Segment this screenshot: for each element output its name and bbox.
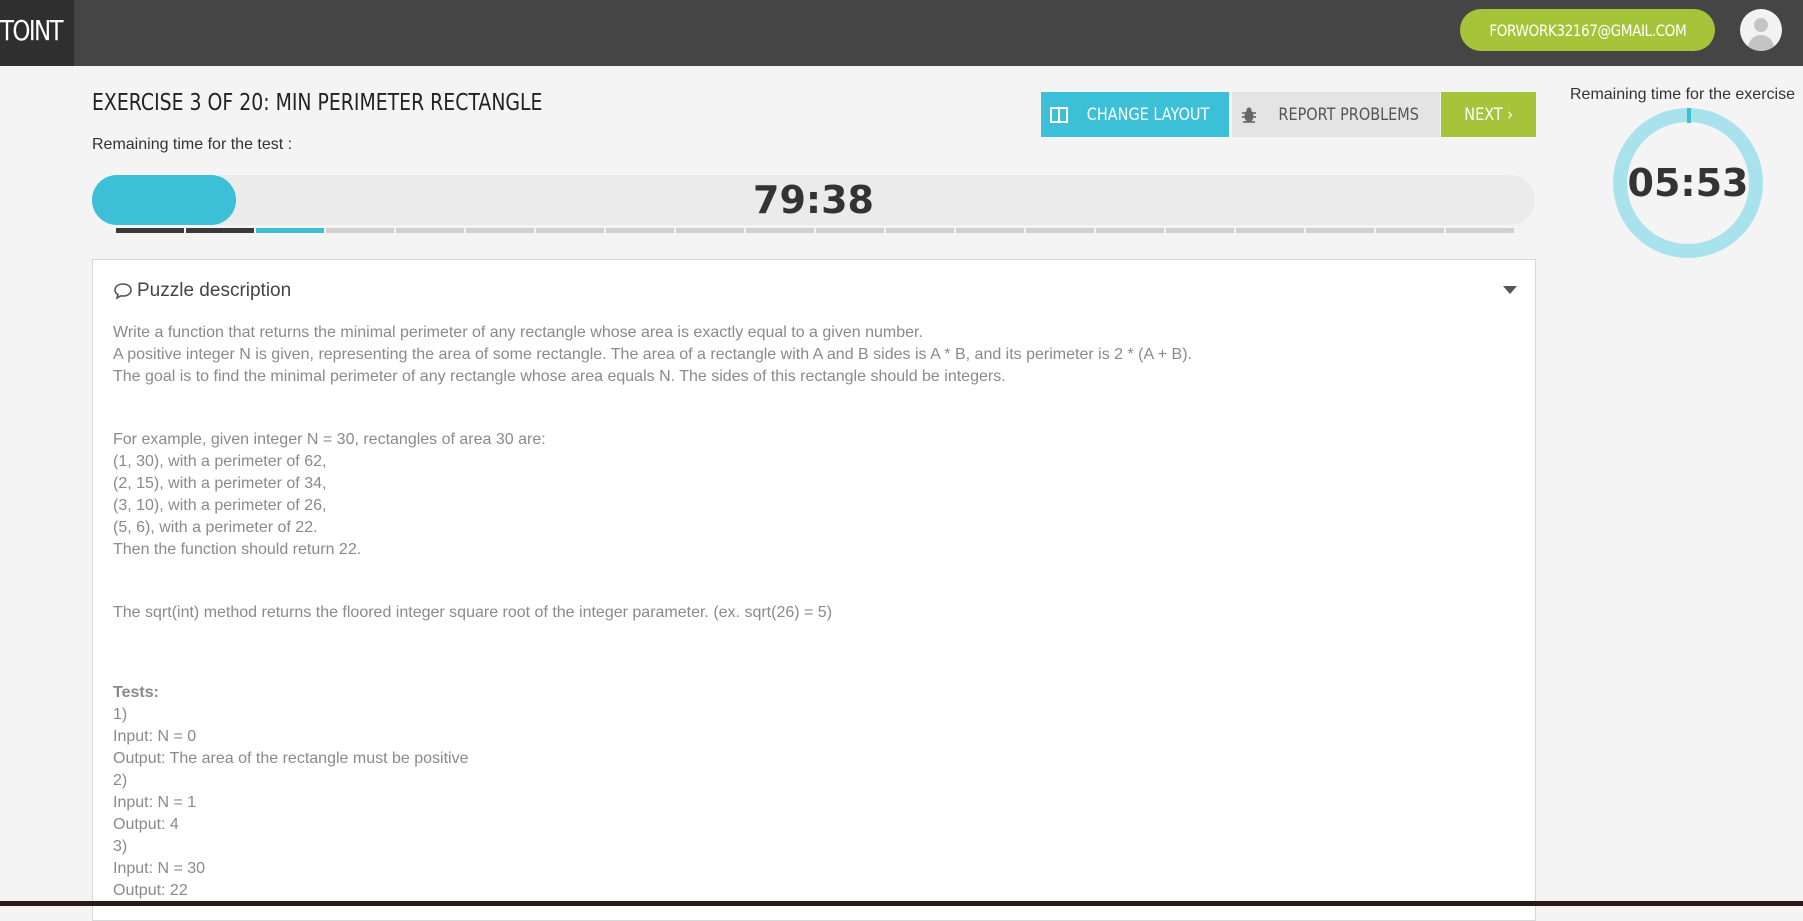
example-line: Then the function should return 22.	[113, 541, 362, 558]
comment-icon	[114, 283, 132, 300]
progress-segment	[1236, 228, 1304, 233]
tests-heading: Tests:	[113, 684, 159, 701]
test-line: Input: N = 1	[113, 794, 197, 811]
description-line: The goal is to find the minimal perimete…	[113, 368, 1006, 385]
logo-text: TOINT	[0, 14, 64, 47]
progress-segment	[256, 228, 324, 233]
next-label: NEXT ›	[1464, 104, 1513, 125]
next-button[interactable]: NEXT ›	[1441, 92, 1536, 137]
progress-segment	[746, 228, 814, 233]
layout-icon	[1049, 106, 1068, 123]
progress-segment	[606, 228, 674, 233]
user-email-label: FORWORK32167@GMAIL.COM	[1489, 20, 1686, 40]
example-line: (1, 30), with a perimeter of 62,	[113, 453, 327, 470]
progress-segment	[1096, 228, 1164, 233]
example-line: (5, 6), with a perimeter of 22.	[113, 519, 318, 536]
test-timer-value: 79:38	[753, 178, 874, 222]
test-line: 1)	[113, 706, 128, 723]
progress-segment	[956, 228, 1024, 233]
test-line: Input: N = 0	[113, 728, 197, 745]
progress-segment	[1376, 228, 1444, 233]
test-line: 3)	[113, 838, 128, 855]
progress-segment	[1306, 228, 1374, 233]
progress-segment	[396, 228, 464, 233]
test-line: Input: N = 30	[113, 860, 206, 877]
test-line: Output: 22	[113, 882, 188, 899]
progress-segment	[1446, 228, 1514, 233]
test-timer-bar: 79:38	[92, 175, 1535, 225]
report-problems-button[interactable]: REPORT PROBLEMS	[1232, 92, 1440, 137]
progress-segment	[1026, 228, 1094, 233]
progress-segment	[536, 228, 604, 233]
change-layout-label: CHANGE LAYOUT	[1086, 104, 1210, 125]
bug-icon	[1242, 107, 1257, 123]
remaining-exercise-label: Remaining time for the exercise	[1570, 86, 1795, 103]
puzzle-heading: Puzzle description	[137, 280, 292, 301]
progress-segment	[116, 228, 184, 233]
test-line: 2)	[113, 772, 128, 789]
example-line: (2, 15), with a perimeter of 34,	[113, 475, 327, 492]
description-line: A positive integer N is given, represent…	[113, 346, 1192, 363]
collapse-caret-icon[interactable]	[1503, 286, 1517, 294]
report-problems-label: REPORT PROBLEMS	[1278, 104, 1420, 125]
puzzle-description: Write a function that returns the minima…	[113, 322, 1513, 902]
progress-segment	[1166, 228, 1234, 233]
progress-segment	[326, 228, 394, 233]
progress-segment	[816, 228, 884, 233]
sqrt-note: The sqrt(int) method returns the floored…	[113, 604, 833, 621]
bottom-strip	[0, 901, 1803, 906]
puzzle-panel: Puzzle description Write a function that…	[92, 259, 1536, 921]
progress-segment	[466, 228, 534, 233]
exercise-title: EXERCISE 3 OF 20: MIN PERIMETER RECTANGL…	[92, 90, 543, 116]
test-line: Output: The area of the rectangle must b…	[113, 750, 469, 767]
avatar-body-icon	[1748, 35, 1774, 51]
progress-segment	[186, 228, 254, 233]
puzzle-header[interactable]: Puzzle description	[113, 280, 291, 302]
progress-segment	[886, 228, 954, 233]
remaining-test-label: Remaining time for the test :	[92, 136, 293, 153]
user-email-button[interactable]: FORWORK32167@GMAIL.COM	[1460, 9, 1715, 51]
change-layout-button[interactable]: CHANGE LAYOUT	[1041, 92, 1229, 137]
description-line: Write a function that returns the minima…	[113, 324, 923, 341]
avatar[interactable]	[1740, 9, 1782, 51]
progress-segment	[676, 228, 744, 233]
example-line: For example, given integer N = 30, recta…	[113, 431, 546, 448]
logo[interactable]: TOINT	[0, 0, 74, 66]
example-line: (3, 10), with a perimeter of 26,	[113, 497, 327, 514]
exercise-timer-value: 05:53	[1627, 161, 1749, 205]
top-bar: TOINT FORWORK32167@GMAIL.COM	[0, 0, 1803, 66]
test-line: Output: 4	[113, 816, 179, 833]
avatar-head-icon	[1754, 18, 1768, 32]
